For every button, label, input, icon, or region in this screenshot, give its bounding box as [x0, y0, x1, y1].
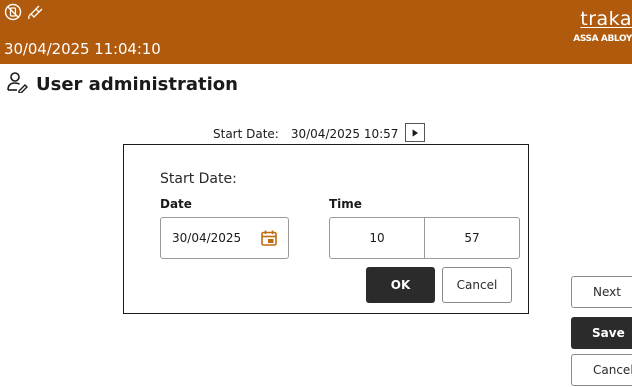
status-icons [4, 3, 44, 21]
minute-value: 57 [464, 231, 480, 245]
hour-value: 10 [369, 231, 385, 245]
page-header: User administration [6, 71, 238, 97]
minute-field[interactable]: 57 [424, 218, 519, 258]
power-plug-icon [26, 3, 44, 21]
app-screen: 30/04/2025 11:04:10 traka ASSA ABLOY Use… [0, 0, 632, 387]
date-field[interactable]: 30/04/2025 [160, 217, 289, 259]
save-button[interactable]: Save [571, 317, 632, 349]
brand-name: traka [580, 8, 632, 30]
header-bar: 30/04/2025 11:04:10 traka ASSA ABLOY [0, 0, 632, 64]
brand-logo: traka ASSA ABLOY [564, 8, 632, 44]
start-date-summary: Start Date: 30/04/2025 10:57 [213, 126, 398, 142]
current-datetime: 30/04/2025 11:04:10 [4, 40, 161, 58]
user-edit-icon [6, 71, 28, 97]
time-label: Time [329, 197, 362, 211]
hour-field[interactable]: 10 [330, 218, 424, 258]
start-date-value: 30/04/2025 10:57 [290, 127, 399, 141]
next-button[interactable]: Next [571, 276, 632, 308]
start-date-label: Start Date: [213, 127, 279, 141]
start-date-dialog: Start Date: Date Time 30/04/2025 10 57 O… [123, 144, 529, 314]
ok-button[interactable]: OK [366, 267, 435, 303]
brand-subtitle: ASSA ABLOY [573, 34, 632, 44]
calendar-icon[interactable] [260, 229, 278, 251]
page-title: User administration [36, 73, 238, 95]
dialog-title: Start Date: [160, 171, 237, 187]
no-network-icon [4, 3, 22, 21]
cancel-button[interactable]: Cancel [571, 354, 632, 386]
date-value: 30/04/2025 [172, 231, 242, 245]
play-arrow-icon [412, 128, 418, 137]
start-date-edit-button[interactable] [405, 123, 425, 142]
date-label: Date [160, 197, 192, 211]
dialog-cancel-button[interactable]: Cancel [442, 267, 512, 303]
time-field: 10 57 [329, 217, 520, 259]
